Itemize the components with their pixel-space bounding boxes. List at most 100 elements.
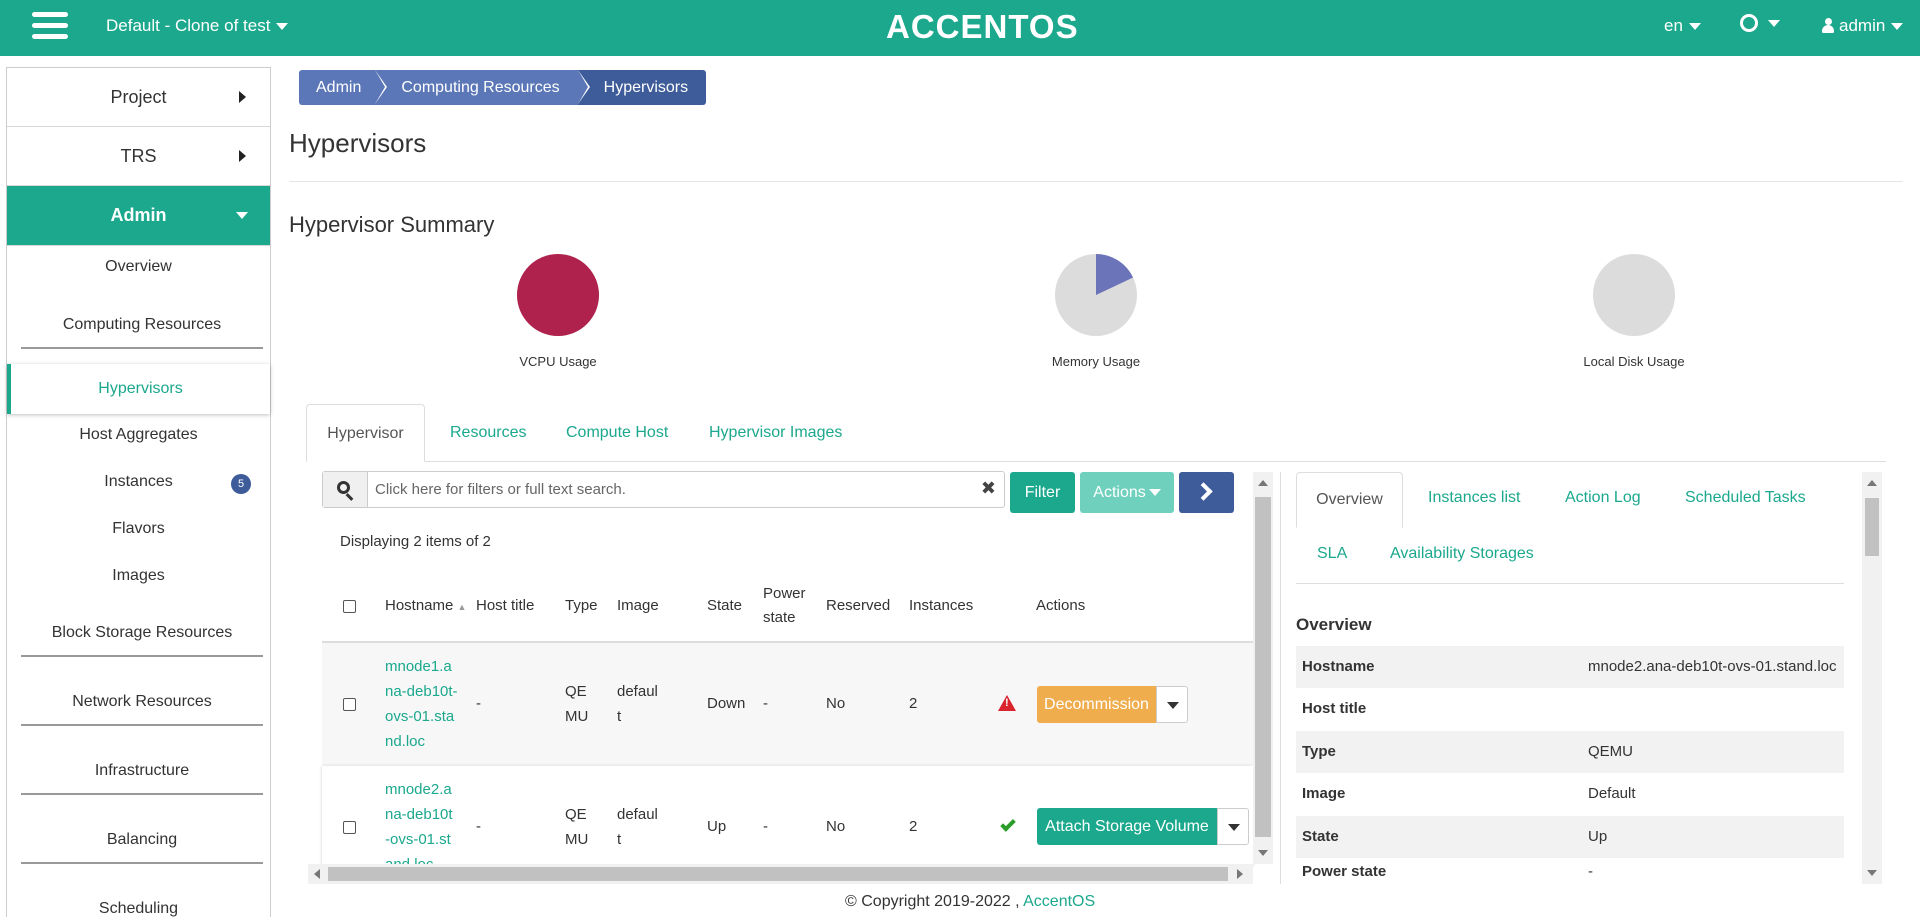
sidebar-section-trs[interactable]: TRS: [7, 127, 270, 186]
search-input[interactable]: [369, 472, 969, 507]
host-title-cell: -: [476, 695, 481, 712]
scrollbar-thumb[interactable]: [1865, 498, 1879, 556]
column-header-state[interactable]: State: [707, 594, 742, 618]
detail-row: Hostname mnode2.ana-deb10t-ovs-01.stand.…: [1296, 646, 1844, 688]
scroll-up-icon[interactable]: [1258, 480, 1268, 486]
filter-button[interactable]: Filter: [1010, 472, 1075, 513]
row-checkbox[interactable]: [343, 821, 356, 834]
column-header-power-state[interactable]: Power state: [763, 582, 813, 630]
column-header-reserved[interactable]: Reserved: [826, 594, 890, 618]
row-actions-dropdown[interactable]: [1156, 686, 1188, 723]
user-icon: [1822, 18, 1834, 33]
sidebar-group-block-storage[interactable]: Block Storage Resources: [21, 624, 263, 657]
search-icon[interactable]: [323, 472, 368, 507]
theme-selector[interactable]: [1740, 14, 1780, 32]
displaying-count: Displaying 2 items of 2: [340, 533, 491, 550]
column-header-host-title[interactable]: Host title: [476, 594, 534, 618]
scrollbar-thumb[interactable]: [1255, 497, 1271, 837]
column-header-actions: Actions: [1036, 597, 1086, 614]
row-checkbox[interactable]: [343, 698, 356, 711]
sidebar-group-infrastructure[interactable]: Infrastructure: [21, 762, 263, 795]
breadcrumb-hypervisors[interactable]: Hypervisors: [577, 70, 707, 105]
image-cell: default: [617, 806, 658, 848]
detail-tab-scheduled-tasks[interactable]: Scheduled Tasks: [1685, 489, 1806, 507]
breadcrumb-computing-resources[interactable]: Computing Resources: [375, 70, 588, 105]
host-title-cell: -: [476, 818, 481, 835]
chevron-down-icon: [276, 23, 289, 31]
sidebar-item-host-aggregates[interactable]: Host Aggregates: [7, 426, 270, 444]
table-row[interactable]: mnode1.ana-deb10t-ovs-01.stand.loc - QEM…: [322, 643, 1253, 765]
chart-label: VCPU Usage: [519, 354, 597, 369]
hostname-link[interactable]: mnode1.ana-deb10t-ovs-01.stand.loc: [385, 654, 460, 754]
column-header-instances[interactable]: Instances: [909, 594, 973, 618]
scroll-left-icon[interactable]: [314, 869, 320, 879]
scroll-up-icon[interactable]: [1867, 480, 1877, 486]
project-selector[interactable]: Default - Clone of test: [106, 16, 289, 36]
menu-icon[interactable]: [32, 12, 68, 42]
detail-value: Default: [1588, 785, 1636, 802]
pie-used-slice: [517, 254, 599, 336]
attach-storage-volume-button[interactable]: Attach Storage Volume: [1037, 808, 1217, 845]
page-title: Hypervisors: [289, 128, 427, 158]
hostname-link[interactable]: mnode2.ana-deb10t-ovs-01.stand.loc: [385, 777, 457, 866]
accentos-link[interactable]: AccentOS: [1023, 893, 1095, 910]
sidebar-item-instances[interactable]: Instances 5: [7, 473, 270, 494]
detail-tab-action-log[interactable]: Action Log: [1565, 489, 1641, 507]
decommission-button[interactable]: Decommission: [1037, 686, 1156, 723]
expand-panel-button[interactable]: [1179, 472, 1234, 513]
table-vertical-scrollbar[interactable]: [1253, 472, 1273, 864]
detail-tab-instances-list[interactable]: Instances list: [1428, 489, 1520, 507]
close-icon[interactable]: ✖: [981, 478, 996, 499]
scrollbar-thumb[interactable]: [328, 867, 1228, 881]
sidebar-section-label: Admin: [110, 205, 167, 225]
actions-button[interactable]: Actions: [1080, 472, 1174, 513]
sidebar-item-flavors[interactable]: Flavors: [7, 520, 270, 538]
language-selector[interactable]: en: [1664, 16, 1701, 36]
tab-compute-host[interactable]: Compute Host: [566, 404, 668, 462]
actions-label: Actions: [1093, 484, 1146, 501]
sidebar-section-project[interactable]: Project: [7, 68, 270, 127]
sidebar-item-label: Instances: [104, 473, 173, 490]
sidebar-group-computing-resources[interactable]: Computing Resources: [21, 316, 263, 349]
instances-cell: 2: [909, 695, 918, 712]
column-header-image[interactable]: Image: [617, 594, 659, 618]
tab-hypervisor[interactable]: Hypervisor: [306, 404, 425, 462]
detail-key: Type: [1302, 743, 1336, 760]
sidebar-group-network-resources[interactable]: Network Resources: [21, 693, 263, 726]
vcpu-usage-chart: VCPU Usage: [458, 253, 658, 369]
detail-vertical-scrollbar[interactable]: [1862, 472, 1882, 884]
user-menu[interactable]: admin: [1822, 16, 1904, 36]
instances-cell: 2: [909, 818, 918, 835]
sidebar-item-images[interactable]: Images: [7, 567, 270, 585]
detail-heading: Overview: [1296, 615, 1372, 634]
divider: [289, 181, 1903, 182]
tab-resources[interactable]: Resources: [450, 404, 526, 462]
vcpu-pie: [517, 254, 599, 336]
breadcrumb-admin[interactable]: Admin: [299, 70, 386, 105]
sidebar-group-scheduling[interactable]: Scheduling: [7, 900, 270, 918]
sidebar-item-hypervisors[interactable]: Hypervisors: [7, 364, 270, 414]
chart-label: Local Disk Usage: [1583, 354, 1685, 369]
detail-tab-availability-storages[interactable]: Availability Storages: [1390, 545, 1534, 563]
table-row[interactable]: mnode2.ana-deb10t-ovs-01.stand.loc - QEM…: [322, 766, 1253, 866]
column-header-type[interactable]: Type: [565, 594, 598, 618]
sidebar-item-overview[interactable]: Overview: [7, 258, 270, 276]
select-all-checkbox[interactable]: [343, 600, 356, 613]
accentos-logo: ACCENTOS: [886, 8, 1079, 45]
row-actions-dropdown[interactable]: [1217, 808, 1249, 845]
scroll-down-icon[interactable]: [1258, 850, 1268, 856]
power-state-cell: -: [763, 695, 768, 712]
sidebar-group-balancing[interactable]: Balancing: [21, 831, 263, 864]
detail-tab-overview[interactable]: Overview: [1296, 472, 1403, 528]
detail-value: QEMU: [1588, 743, 1633, 760]
detail-row: Power state -: [1296, 859, 1844, 884]
table-horizontal-scrollbar[interactable]: [308, 864, 1253, 884]
scroll-right-icon[interactable]: [1237, 869, 1243, 879]
reserved-cell: No: [826, 818, 846, 835]
scroll-down-icon[interactable]: [1867, 870, 1877, 876]
column-header-hostname[interactable]: Hostname ▲: [385, 594, 466, 619]
sidebar-section-admin[interactable]: Admin: [7, 186, 270, 246]
image-cell: default: [617, 683, 658, 725]
tab-hypervisor-images[interactable]: Hypervisor Images: [709, 404, 842, 462]
detail-tab-sla[interactable]: SLA: [1317, 545, 1347, 563]
